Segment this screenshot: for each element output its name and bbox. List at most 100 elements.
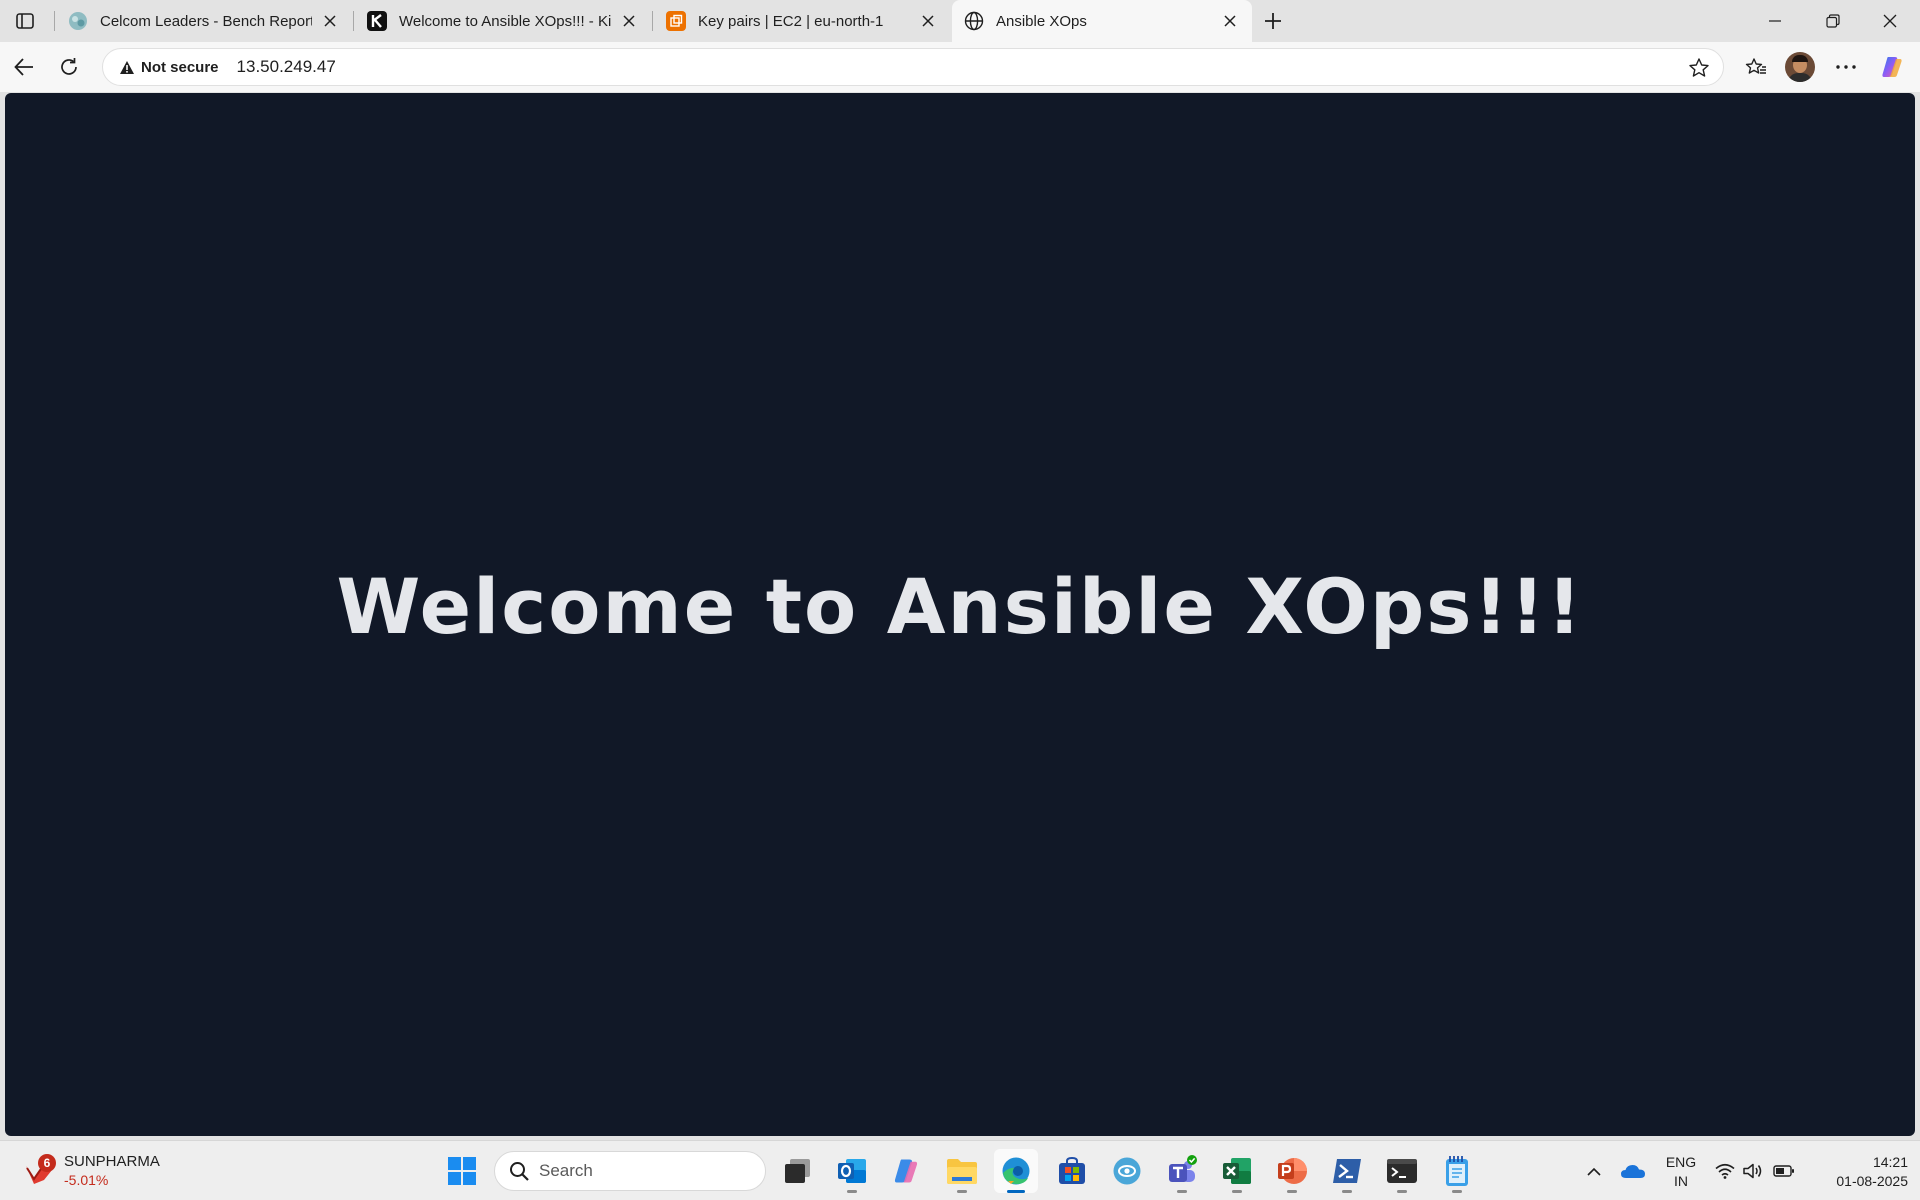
stock-change: -5.01% xyxy=(64,1172,109,1188)
powerpoint-icon xyxy=(1278,1158,1307,1184)
copilot-button[interactable] xyxy=(1876,51,1908,83)
running-indicator xyxy=(957,1190,967,1193)
globe-icon xyxy=(964,11,984,31)
browser-toolbar: Not secure 13.50.249.47 xyxy=(0,42,1920,92)
close-icon xyxy=(1883,14,1897,28)
show-hidden-icons-button[interactable] xyxy=(1582,1149,1606,1193)
taskbar-app-powershell[interactable] xyxy=(1325,1149,1369,1193)
add-favorite-button[interactable] xyxy=(1687,56,1711,80)
language-indicator[interactable]: ENG IN xyxy=(1660,1153,1702,1191)
tab-title: Welcome to Ansible XOps!!! - Kim xyxy=(399,12,611,30)
tab-kimi[interactable]: Welcome to Ansible XOps!!! - Kim xyxy=(355,0,651,42)
taskbar-app-vpn[interactable] xyxy=(1105,1149,1149,1193)
running-indicator xyxy=(1007,1190,1025,1193)
onedrive-cloud-icon xyxy=(1621,1165,1645,1178)
language-line1: ENG xyxy=(1665,1154,1697,1170)
onedrive-button[interactable] xyxy=(1618,1149,1648,1193)
powershell-icon xyxy=(1333,1159,1361,1183)
url-text[interactable]: 13.50.249.47 xyxy=(237,57,336,77)
close-icon[interactable] xyxy=(1220,11,1240,31)
store-icon xyxy=(1059,1156,1085,1184)
taskbar-app-file-explorer[interactable] xyxy=(940,1149,984,1193)
outlook-icon xyxy=(838,1159,866,1183)
taskbar-app-excel[interactable] xyxy=(1215,1149,1259,1193)
tab-ec2[interactable]: Key pairs | EC2 | eu-north-1 xyxy=(654,0,950,42)
notepad-icon xyxy=(1446,1156,1468,1186)
taskbar-app-edge[interactable] xyxy=(994,1149,1038,1193)
wifi-status[interactable] xyxy=(1714,1149,1736,1193)
tab-separator xyxy=(54,11,55,31)
tab-strip: Celcom Leaders - Bench Report - Welcome … xyxy=(0,0,1920,42)
running-indicator xyxy=(1177,1190,1187,1193)
clock-date: 01-08-2025 xyxy=(1836,1173,1908,1189)
search-placeholder: Search xyxy=(539,1161,593,1180)
running-indicator xyxy=(1342,1190,1352,1193)
tab-separator xyxy=(353,11,354,31)
wifi-icon xyxy=(1715,1163,1735,1179)
taskbar-app-powerpoint[interactable] xyxy=(1270,1149,1314,1193)
profile-avatar[interactable] xyxy=(1785,52,1815,82)
taskbar-app-terminal[interactable] xyxy=(1380,1149,1424,1193)
refresh-button[interactable] xyxy=(53,51,85,83)
minimize-icon xyxy=(1769,20,1781,22)
task-view-button[interactable] xyxy=(776,1149,820,1193)
new-tab-button[interactable] xyxy=(1258,6,1288,36)
language-line2: IN xyxy=(1674,1173,1688,1189)
stock-down-icon: 6 xyxy=(22,1154,56,1188)
globe-teal-icon xyxy=(68,11,88,31)
copilot-icon xyxy=(894,1159,918,1183)
volume-status[interactable] xyxy=(1742,1149,1764,1193)
address-bar[interactable]: Not secure 13.50.249.47 xyxy=(102,48,1724,86)
tab-title: Ansible XOps xyxy=(996,12,1087,30)
tab-celcom[interactable]: Celcom Leaders - Bench Report - xyxy=(56,0,352,42)
star-icon xyxy=(1689,58,1709,77)
running-indicator xyxy=(847,1190,857,1193)
tab-separator xyxy=(652,11,653,31)
refresh-icon xyxy=(61,58,77,75)
taskbar-app-store[interactable] xyxy=(1050,1149,1094,1193)
back-button[interactable] xyxy=(8,51,40,83)
close-icon[interactable] xyxy=(320,11,340,31)
close-window-button[interactable] xyxy=(1862,0,1918,42)
vpn-icon xyxy=(1113,1157,1141,1185)
running-indicator xyxy=(1287,1190,1297,1193)
favorites-button[interactable] xyxy=(1740,51,1772,83)
running-indicator xyxy=(1232,1190,1242,1193)
search-icon xyxy=(510,1162,529,1181)
close-icon[interactable] xyxy=(918,11,938,31)
tab-ansible-xops[interactable]: Ansible XOps xyxy=(952,0,1252,42)
taskbar-app-teams[interactable] xyxy=(1160,1149,1204,1193)
warning-triangle-icon xyxy=(120,60,134,74)
minimize-button[interactable] xyxy=(1747,0,1803,42)
running-indicator xyxy=(1397,1190,1407,1193)
teams-icon xyxy=(1169,1155,1197,1182)
taskbar-app-notepad[interactable] xyxy=(1435,1149,1479,1193)
battery-status[interactable] xyxy=(1772,1149,1796,1193)
aws-ec2-icon xyxy=(666,11,686,31)
start-button[interactable] xyxy=(440,1149,484,1193)
excel-icon xyxy=(1223,1158,1251,1184)
restore-button[interactable] xyxy=(1805,0,1861,42)
windows-start-icon xyxy=(448,1157,476,1185)
kimi-k-icon xyxy=(367,11,387,31)
favorites-icon xyxy=(1745,58,1766,74)
taskbar-search[interactable]: Search xyxy=(494,1151,766,1191)
tab-actions-button[interactable] xyxy=(10,8,40,34)
notification-badge: 6 xyxy=(38,1154,56,1172)
speaker-icon xyxy=(1743,1163,1762,1179)
tab-title: Celcom Leaders - Bench Report - xyxy=(100,12,312,30)
system-clock[interactable]: 14:21 01-08-2025 xyxy=(1812,1153,1908,1191)
chevron-up-icon xyxy=(1587,1167,1601,1176)
site-info-button[interactable]: Not secure xyxy=(113,52,225,82)
task-view-icon xyxy=(785,1159,810,1183)
running-indicator xyxy=(1452,1190,1462,1193)
clock-time: 14:21 xyxy=(1872,1154,1908,1170)
close-icon[interactable] xyxy=(619,11,639,31)
stock-name: SUNPHARMA xyxy=(64,1153,160,1170)
battery-icon xyxy=(1773,1165,1794,1177)
stock-widget[interactable]: 6 SUNPHARMA -5.01% xyxy=(22,1149,160,1193)
taskbar-app-copilot[interactable] xyxy=(884,1149,928,1193)
taskbar-app-outlook[interactable] xyxy=(830,1149,874,1193)
settings-more-button[interactable] xyxy=(1830,51,1862,83)
arrow-left-icon xyxy=(14,58,33,76)
